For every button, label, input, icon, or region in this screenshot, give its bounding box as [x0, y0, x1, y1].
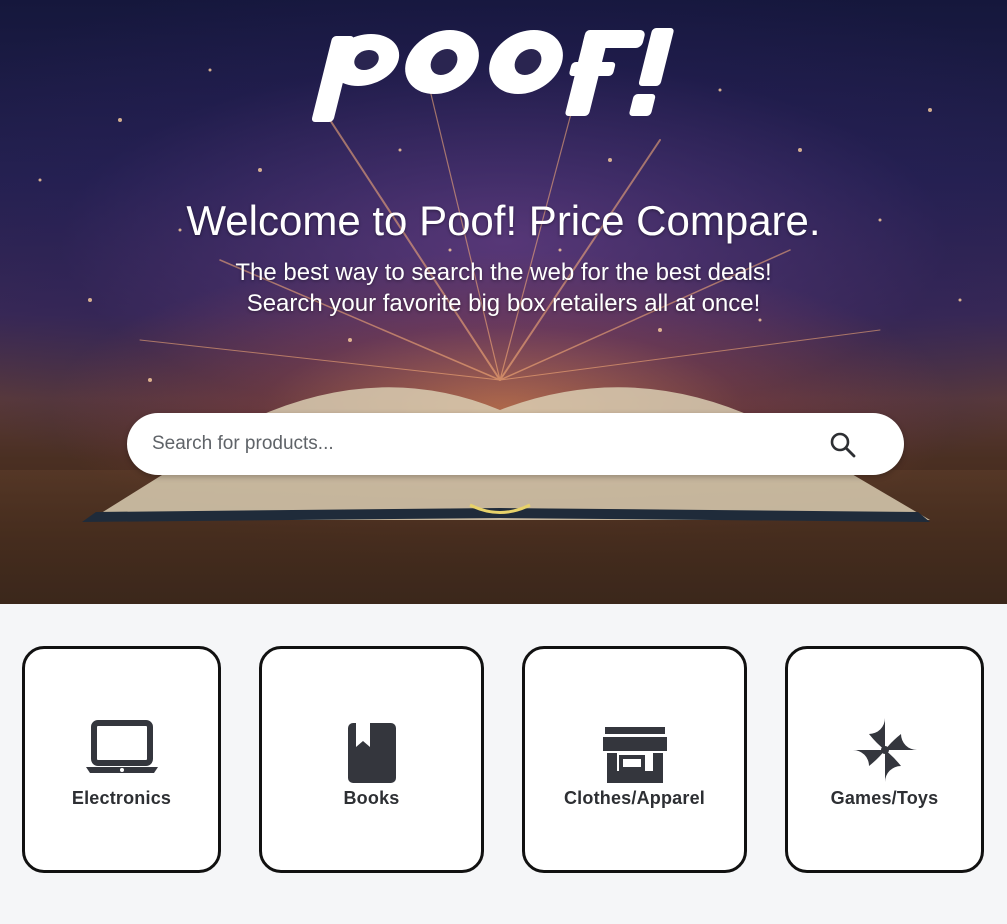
- storefront-icon: [602, 727, 667, 783]
- category-card-clothes-apparel[interactable]: Clothes/Apparel: [522, 646, 747, 873]
- welcome-heading: Welcome to Poof! Price Compare.: [186, 197, 821, 244]
- search-input[interactable]: [152, 413, 812, 475]
- category-label: Games/Toys: [830, 788, 939, 808]
- category-label: Electronics: [71, 788, 172, 808]
- category-card-electronics[interactable]: Electronics: [22, 646, 221, 873]
- hero-banner: Welcome to Poof! Price Compare. The best…: [0, 0, 1007, 604]
- category-card-books[interactable]: Books: [259, 646, 484, 873]
- poof-logo: [311, 28, 674, 122]
- category-label: Clothes/Apparel: [563, 788, 706, 808]
- tagline-line-2: Search your favorite big box retailers a…: [246, 290, 761, 317]
- book-icon: [347, 723, 396, 783]
- laptop-icon: [85, 720, 158, 773]
- category-label: Books: [343, 788, 400, 808]
- category-card-games-toys[interactable]: Games/Toys: [785, 646, 984, 873]
- tagline-line-1: The best way to search the web for the b…: [235, 259, 772, 286]
- search-icon[interactable]: [827, 429, 859, 461]
- pinwheel-icon: [852, 718, 917, 782]
- category-grid: Electronics Books Clothes/Apparel Games/…: [0, 604, 1007, 924]
- search-bar: [127, 413, 904, 475]
